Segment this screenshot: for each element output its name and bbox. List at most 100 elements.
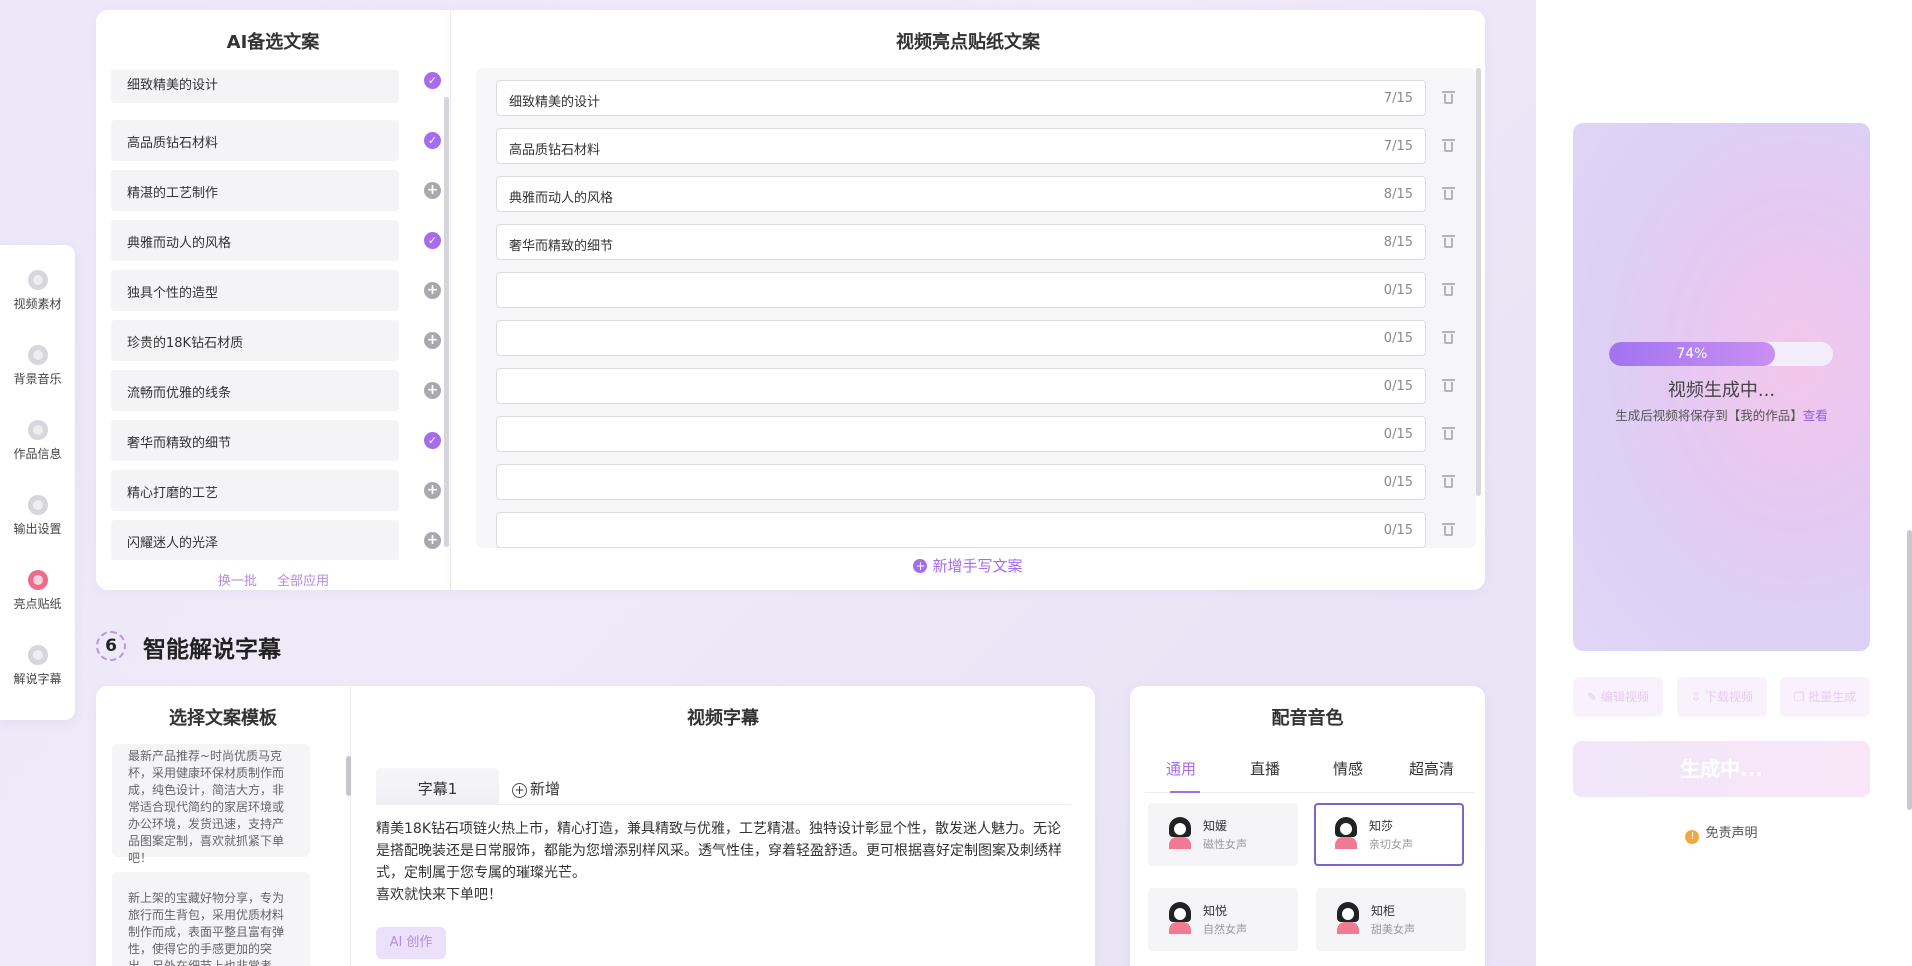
nav-item-video-material[interactable]: 视频素材 xyxy=(0,270,75,345)
info-icon xyxy=(27,420,48,440)
nav-item-output-settings[interactable]: 输出设置 xyxy=(0,495,75,570)
voice-card[interactable]: 知媛 磁性女声 xyxy=(1148,803,1298,866)
video-preview-card: 74% 视频生成中... 生成后视频将保存到【我的作品】查看 xyxy=(1573,123,1870,651)
trash-icon[interactable] xyxy=(1442,522,1455,537)
voice-desc: 自然女声 xyxy=(1203,923,1247,936)
ai-candidate-row[interactable]: 高品质钻石材料 ✓ xyxy=(111,120,446,170)
right-panel-scrollbar[interactable] xyxy=(1907,530,1912,810)
add-circle-icon[interactable]: + xyxy=(424,482,441,499)
subtitle-panel-title: 视频字幕 xyxy=(687,708,759,729)
checked-circle-icon[interactable]: ✓ xyxy=(424,232,441,249)
tab-general[interactable]: 通用 xyxy=(1166,758,1196,779)
download-icon: ⇩ xyxy=(1691,690,1705,704)
template-card[interactable]: 最新产品推荐~时尚优质马克杯，采用健康环保材质制作而成，纯色设计，简洁大方，非常… xyxy=(112,744,310,865)
view-works-link[interactable]: 查看 xyxy=(1803,408,1828,423)
sticker-text-input[interactable]: 奢华而精致的细节 8/15 xyxy=(496,224,1426,260)
nav-item-subtitles[interactable]: 解说字幕 xyxy=(0,645,75,720)
ai-candidate-item: 精湛的工艺制作 xyxy=(111,170,399,211)
edit-icon: ✎ xyxy=(1587,690,1601,704)
ai-candidate-row[interactable]: 独具个性的造型 + xyxy=(111,270,446,320)
ai-list-scrollbar[interactable] xyxy=(444,97,449,547)
ai-candidate-row[interactable]: 奢华而精致的细节 ✓ xyxy=(111,420,446,470)
nav-label: 视频素材 xyxy=(13,297,62,311)
apply-all-link[interactable]: 全部应用 xyxy=(277,574,329,589)
add-circle-icon[interactable]: + xyxy=(424,182,441,199)
trash-icon[interactable] xyxy=(1442,234,1455,249)
checked-circle-icon[interactable]: ✓ xyxy=(424,432,441,449)
trash-icon[interactable] xyxy=(1442,474,1455,489)
add-circle-icon[interactable]: + xyxy=(424,532,441,549)
char-count: 7/15 xyxy=(1383,91,1413,106)
sticker-row: 0/15 xyxy=(496,464,1461,500)
ai-candidate-row[interactable]: 细致精美的设计 ✓ xyxy=(111,70,446,120)
tab-ultra-hd[interactable]: 超高清 xyxy=(1409,758,1454,779)
ai-candidate-item: 独具个性的造型 xyxy=(111,270,399,311)
nav-item-background-music[interactable]: 背景音乐 xyxy=(0,345,75,420)
ai-candidate-row[interactable]: 精湛的工艺制作 + xyxy=(111,170,446,220)
template-card[interactable]: 新上架的宝藏好物分享，专为旅行而生背包，采用优质材料制作而成，表面平整且富有弹性… xyxy=(112,872,310,966)
voice-desc: 磁性女声 xyxy=(1203,838,1247,851)
add-circle-icon[interactable]: + xyxy=(424,382,441,399)
ai-candidate-item: 精心打磨的工艺 xyxy=(111,470,399,511)
tab-live[interactable]: 直播 xyxy=(1250,758,1280,779)
trash-icon[interactable] xyxy=(1442,330,1455,345)
nav-item-stickers[interactable]: 亮点贴纸 xyxy=(0,570,75,645)
trash-icon[interactable] xyxy=(1442,138,1455,153)
voice-card[interactable]: 知柜 甜美女声 xyxy=(1316,888,1466,951)
trash-icon[interactable] xyxy=(1442,186,1455,201)
sticker-text-input[interactable]: 0/15 xyxy=(496,464,1426,500)
disclaimer-label: 免责声明 xyxy=(1705,826,1758,841)
tab-subtitle-1[interactable]: 字幕1 xyxy=(376,768,499,805)
generate-button[interactable]: 生成中... xyxy=(1573,741,1870,797)
sticker-row: 0/15 xyxy=(496,416,1461,452)
nav-label: 输出设置 xyxy=(13,522,62,536)
download-label: 下载视频 xyxy=(1704,690,1753,704)
ai-candidate-item: 奢华而精致的细节 xyxy=(111,420,399,461)
voice-panel-title: 配音音色 xyxy=(1271,708,1344,729)
batch-generate-button[interactable]: ❐ 批量生成 xyxy=(1780,677,1870,717)
trash-icon[interactable] xyxy=(1442,378,1455,393)
add-manual-text-button[interactable]: + 新增手写文案 xyxy=(451,555,1485,576)
sticker-text-input[interactable]: 0/15 xyxy=(496,416,1426,452)
ai-candidate-row[interactable]: 流畅而优雅的线条 + xyxy=(111,370,446,420)
sticker-text-input[interactable]: 0/15 xyxy=(496,320,1426,356)
add-subtitle-tab-button[interactable]: + 新增 xyxy=(496,768,576,805)
ai-candidate-row[interactable]: 精心打磨的工艺 + xyxy=(111,470,446,520)
sticker-text-input[interactable]: 细致精美的设计 7/15 xyxy=(496,80,1426,116)
plus-circle-icon: + xyxy=(511,783,527,798)
subtitle-tabs: 字幕1 + 新增 xyxy=(376,768,1071,805)
add-circle-icon[interactable]: + xyxy=(424,282,441,299)
sticker-text-input[interactable]: 0/15 xyxy=(496,368,1426,404)
disclaimer-link[interactable]: ! 免责声明 xyxy=(1573,822,1870,844)
sticker-text-input[interactable]: 高品质钻石材料 7/15 xyxy=(496,128,1426,164)
sticker-text: 高品质钻石材料 xyxy=(509,143,601,158)
trash-icon[interactable] xyxy=(1442,426,1455,441)
subtitle-line: 是搭配晚装还是日常服饰，都能为您增添别样风采。透气性佳，穿着轻盈舒适。更可根据喜… xyxy=(376,843,1062,859)
add-circle-icon[interactable]: + xyxy=(424,332,441,349)
char-count: 0/15 xyxy=(1383,523,1413,538)
trash-icon[interactable] xyxy=(1442,90,1455,105)
voice-card[interactable]: 知悦 自然女声 xyxy=(1148,888,1298,951)
sticker-text-input[interactable]: 0/15 xyxy=(496,512,1426,548)
tab-emotion[interactable]: 情感 xyxy=(1333,758,1363,779)
ai-create-button[interactable]: AI 创作 xyxy=(376,927,446,959)
ai-candidate-row[interactable]: 典雅而动人的风格 ✓ xyxy=(111,220,446,270)
female-avatar-icon xyxy=(1166,817,1194,849)
ai-candidate-row[interactable]: 珍贵的18K钻石材质 + xyxy=(111,320,446,370)
ai-candidate-row[interactable]: 闪耀迷人的光泽 + xyxy=(111,520,446,560)
ai-candidate-item: 细致精美的设计 xyxy=(111,70,399,103)
sticker-list-scrollbar[interactable] xyxy=(1476,68,1481,496)
refresh-batch-link[interactable]: 换一批 xyxy=(218,574,257,589)
sticker-text-input[interactable]: 0/15 xyxy=(496,272,1426,308)
voice-tabs: 通用 直播 情感 超高清 xyxy=(1130,758,1485,793)
sticker-text-input[interactable]: 典雅而动人的风格 8/15 xyxy=(496,176,1426,212)
subtitle-text-area[interactable]: 精美18K钻石项链火热上市，精心打造，兼具精致与优雅，工艺精湛。独特设计彰显个性… xyxy=(376,818,1076,906)
trash-icon[interactable] xyxy=(1442,282,1455,297)
checked-circle-icon[interactable]: ✓ xyxy=(424,72,441,89)
voice-card-selected[interactable]: 知莎 亲切女声 xyxy=(1314,803,1464,866)
download-video-button[interactable]: ⇩ 下载视频 xyxy=(1677,677,1767,717)
checked-circle-icon[interactable]: ✓ xyxy=(424,132,441,149)
edit-video-button[interactable]: ✎ 编辑视频 xyxy=(1573,677,1663,717)
batch-label: 批量生成 xyxy=(1808,690,1857,704)
nav-item-work-info[interactable]: 作品信息 xyxy=(0,420,75,495)
